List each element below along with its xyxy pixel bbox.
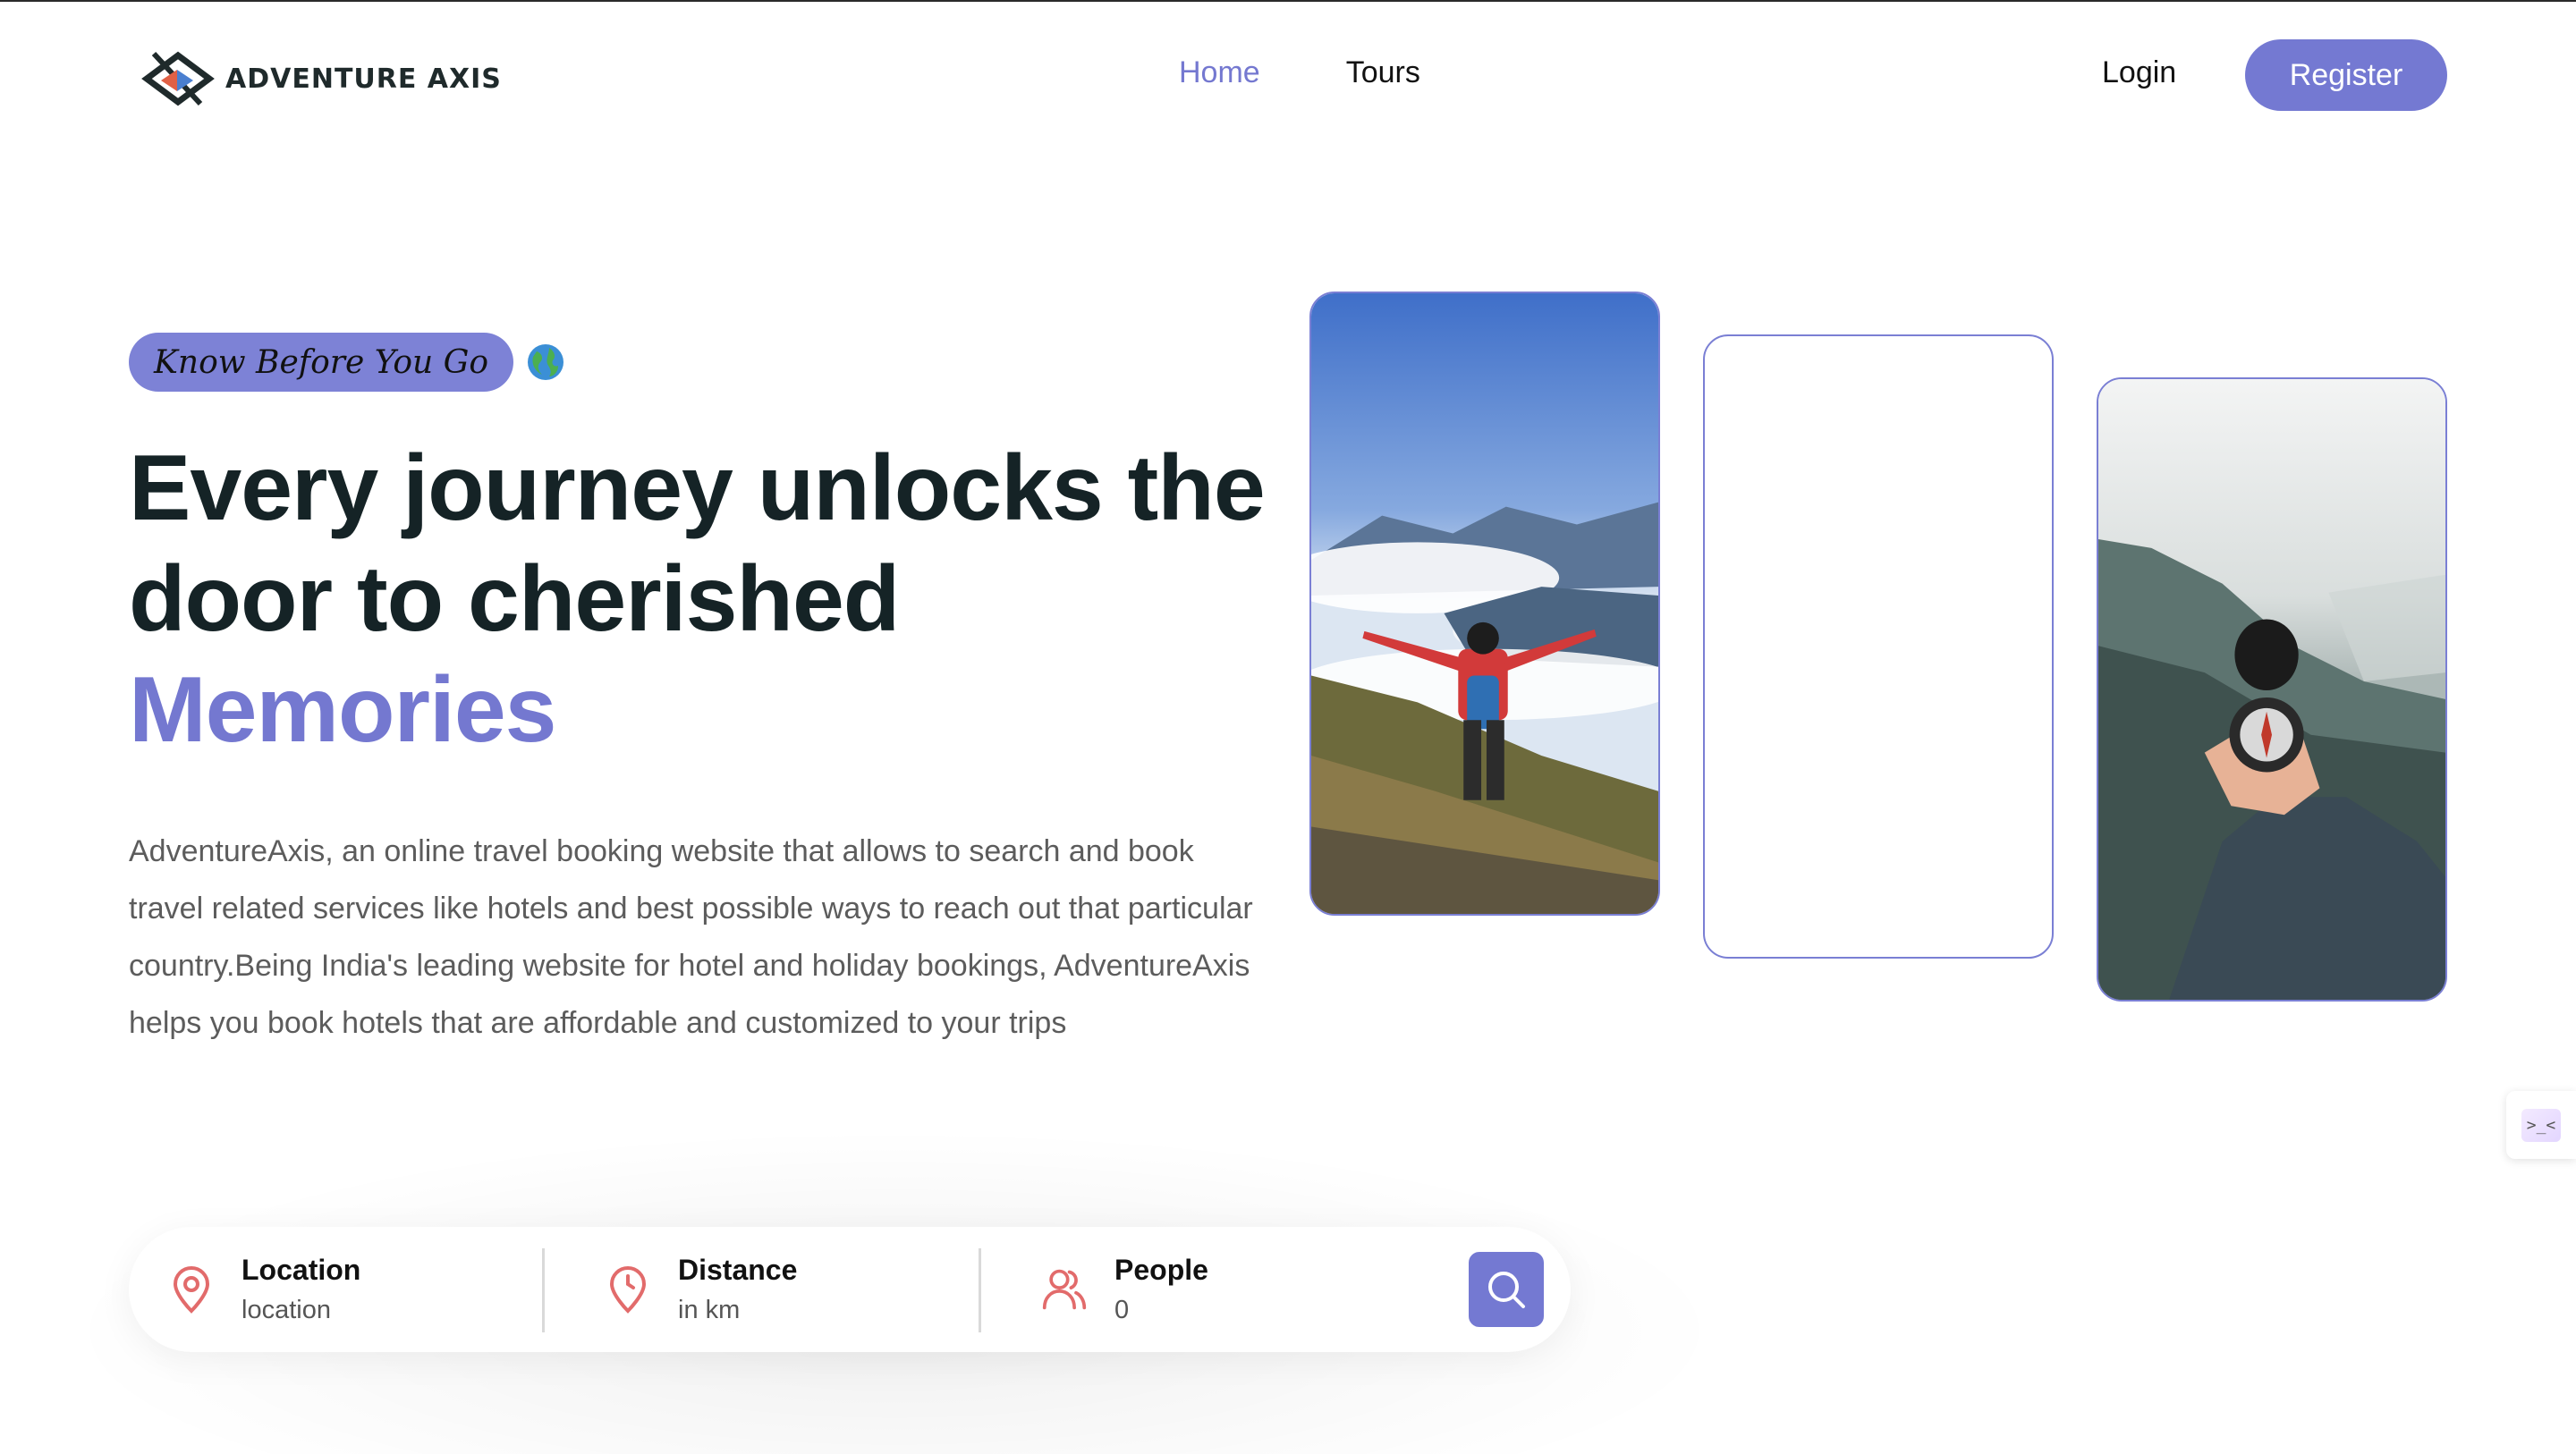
search-icon xyxy=(1488,1272,1525,1308)
main-nav: Home Tours xyxy=(1179,55,1420,90)
search-divider xyxy=(979,1248,981,1332)
people-label: People xyxy=(1114,1254,1208,1286)
clock-pin-icon xyxy=(609,1266,647,1314)
map-pin-icon xyxy=(173,1266,210,1314)
people-field[interactable]: People 0 xyxy=(1041,1247,1208,1332)
search-button[interactable] xyxy=(1469,1252,1544,1327)
login-link[interactable]: Login xyxy=(2102,55,2176,90)
hero-image-hiker xyxy=(1309,292,1660,916)
register-button[interactable]: Register xyxy=(2245,39,2447,111)
compass-diamond-logo-icon xyxy=(141,51,215,106)
hero-image-compass xyxy=(2097,377,2447,1002)
hero-headline: Every journey unlocks the door to cheris… xyxy=(129,433,1292,765)
people-input[interactable]: 0 xyxy=(1114,1296,1208,1325)
distance-input[interactable]: in km xyxy=(678,1296,797,1325)
headline-line-2: door to cherished xyxy=(129,547,900,651)
tagline-pill: Know Before You Go xyxy=(129,333,514,392)
hero-tagline: Know Before You Go xyxy=(129,333,565,392)
side-widget-icon: >_< xyxy=(2521,1108,2562,1142)
search-bar: Location location Distance in km People … xyxy=(129,1227,1571,1352)
nav-tours-link[interactable]: Tours xyxy=(1346,55,1420,90)
compass-photo xyxy=(2098,379,2445,1000)
location-field[interactable]: Location location xyxy=(168,1247,360,1332)
globe-icon xyxy=(528,344,564,380)
location-label: Location xyxy=(242,1254,361,1286)
users-icon xyxy=(1042,1269,1087,1310)
distance-label: Distance xyxy=(678,1254,798,1286)
nav-home-link[interactable]: Home xyxy=(1179,55,1260,90)
headline-line-1: Every journey unlocks the xyxy=(129,436,1266,540)
hero-image-placeholder xyxy=(1703,334,2054,959)
headline-accent: Memories xyxy=(129,658,557,762)
brand-logo[interactable]: ADVENTURE AXIS xyxy=(138,43,502,114)
hero-description: AdventureAxis, an online travel booking … xyxy=(129,834,1253,1040)
distance-field[interactable]: Distance in km xyxy=(605,1247,797,1332)
hiker-photo xyxy=(1311,293,1658,914)
search-divider xyxy=(542,1248,545,1332)
site-header: ADVENTURE AXIS Home Tours Login Register xyxy=(0,2,2576,145)
side-widget-button[interactable]: >_< xyxy=(2506,1091,2576,1159)
location-input[interactable]: location xyxy=(242,1296,360,1325)
brand-name: ADVENTURE AXIS xyxy=(225,63,502,95)
